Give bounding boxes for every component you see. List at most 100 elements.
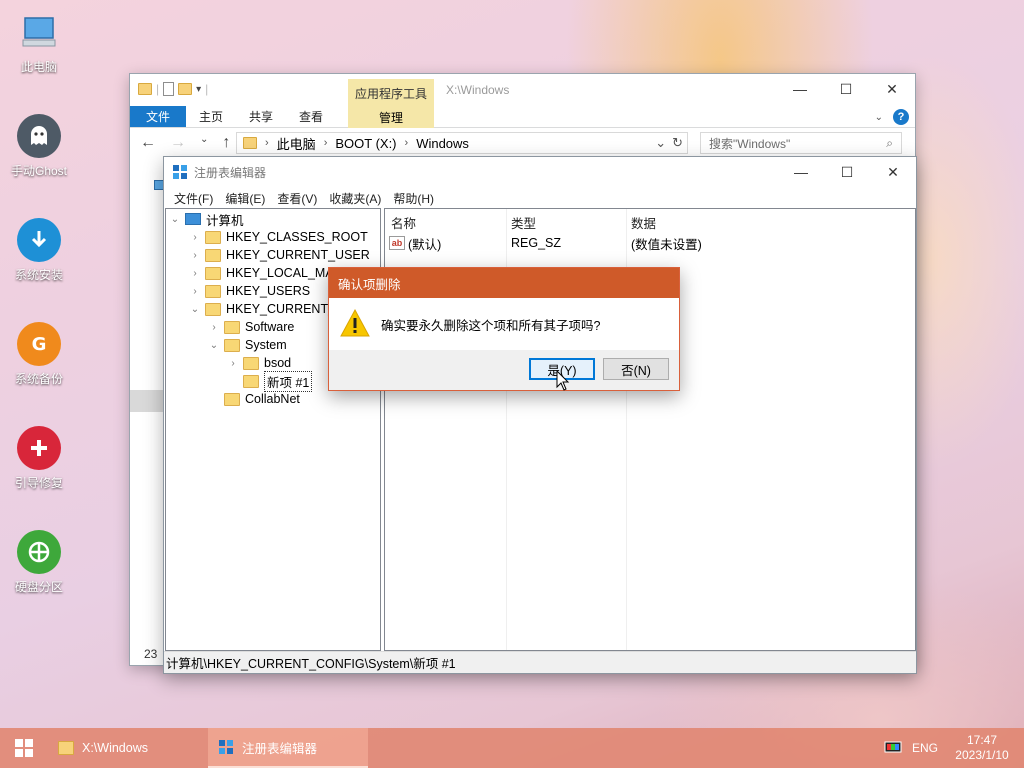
tree-node-hkcc[interactable]: ⌄ HKEY_CURRENT_C [190, 300, 344, 318]
tab-manage[interactable]: 管理 [348, 106, 434, 128]
dialog-message: 确实要永久删除这个项和所有其子项吗? [381, 319, 601, 333]
tree-node-system[interactable]: ⌄ System [209, 336, 287, 354]
computer-icon [17, 10, 61, 54]
desktop-icon-ghost[interactable]: 手动Ghost [0, 114, 78, 179]
menu-file[interactable]: 文件(F) [168, 190, 219, 207]
ribbon-tabs: 文件 主页 共享 查看 管理 ⌄ ? [130, 106, 915, 128]
backup-icon: G [17, 322, 61, 366]
close-button[interactable]: ✕ [870, 157, 916, 187]
column-header-data[interactable]: 数据 [631, 213, 656, 232]
column-header-name[interactable]: 名称 [391, 213, 416, 232]
explorer-titlebar[interactable]: | ▾ | 应用程序工具 X:\Windows — ☐ ✕ [130, 74, 915, 107]
tree-node-hku[interactable]: › HKEY_USERS [190, 282, 310, 300]
search-placeholder: 搜索"Windows" [709, 136, 791, 151]
collapse-icon[interactable]: ⌄ [209, 340, 219, 351]
desktop-icon-install[interactable]: 系统安装 [0, 218, 78, 283]
search-input[interactable]: 搜索"Windows" ⌕ [700, 132, 902, 154]
chevron-down-icon[interactable]: ⌄ [655, 135, 666, 151]
tab-file[interactable]: 文件 [130, 106, 186, 127]
tab-home[interactable]: 主页 [186, 106, 236, 127]
status-path: 计算机\HKEY_CURRENT_CONFIG\System\新项 #1 [166, 657, 456, 671]
menu-help[interactable]: 帮助(H) [387, 190, 440, 207]
regedit-titlebar[interactable]: 注册表编辑器 — ☐ ✕ [164, 157, 916, 187]
clock[interactable]: 17:47 2023/1/10 [948, 733, 1016, 763]
refresh-icon[interactable]: ↻ [672, 135, 683, 151]
regedit-window[interactable]: 注册表编辑器 — ☐ ✕ 文件(F) 编辑(E) 查看(V) 收藏夹(A) 帮助… [163, 156, 917, 674]
tree-node-collabnet[interactable]: CollabNet [209, 390, 300, 408]
value-data: (数值未设置) [631, 237, 702, 252]
back-arrow-icon[interactable]: ← [140, 134, 156, 152]
minimize-button[interactable]: — [778, 157, 824, 187]
expand-icon[interactable]: › [190, 232, 200, 243]
start-button[interactable] [0, 728, 48, 768]
tree-node-computer[interactable]: ⌄ 计算机 [170, 210, 244, 228]
close-button[interactable]: ✕ [869, 74, 915, 104]
expand-icon[interactable]: › [209, 322, 219, 333]
folder-icon [243, 374, 259, 388]
tab-share[interactable]: 共享 [236, 106, 286, 127]
desktop-icon-this-pc[interactable]: 此电脑 [0, 10, 78, 75]
help-icon[interactable]: ? [893, 109, 909, 125]
folder-icon [224, 338, 240, 352]
expand-icon[interactable]: › [228, 358, 238, 369]
expand-icon[interactable]: › [190, 286, 200, 297]
no-button[interactable]: 否(N) [603, 358, 669, 380]
minimize-button[interactable]: — [777, 74, 823, 104]
recent-dropdown-icon[interactable]: ⌄ [200, 134, 208, 152]
tree-node-label: 计算机 [206, 213, 244, 228]
breadcrumb-item[interactable]: 此电脑 [277, 134, 316, 153]
tab-view[interactable]: 查看 [286, 106, 336, 127]
tree-node-hklm[interactable]: › HKEY_LOCAL_MA [190, 264, 333, 282]
partition-icon [17, 530, 61, 574]
desktop-icon-partition[interactable]: 硬盘分区 [0, 530, 78, 595]
expand-icon[interactable]: › [190, 250, 200, 261]
address-bar[interactable]: › 此电脑 › BOOT (X:) › Windows ⌄ ↻ [236, 132, 688, 154]
install-icon [17, 218, 61, 262]
breadcrumb-item[interactable]: Windows [416, 136, 469, 151]
customize-dropdown-icon[interactable]: ▾ [196, 84, 201, 95]
tree-node-software[interactable]: › Software [209, 318, 294, 336]
column-header-type[interactable]: 类型 [511, 213, 536, 232]
tree-node-label: HKEY_CLASSES_ROOT [226, 230, 368, 244]
taskbar-item-label: 注册表编辑器 [242, 741, 318, 756]
value-row[interactable]: ab (默认) [389, 233, 441, 253]
folder-icon [205, 266, 221, 280]
folder-icon [205, 230, 221, 244]
tree-node-bsod[interactable]: › bsod [228, 354, 291, 372]
maximize-button[interactable]: ☐ [823, 74, 869, 104]
breadcrumb-item[interactable]: BOOT (X:) [335, 136, 396, 151]
tree-node-label: HKEY_USERS [226, 284, 311, 298]
collapse-icon[interactable]: ⌄ [170, 214, 180, 225]
menu-favorites[interactable]: 收藏夹(A) [323, 190, 387, 207]
properties-icon[interactable] [163, 82, 175, 96]
tree-node-new-key[interactable]: 新项 #1 [228, 370, 313, 392]
nav-selected-item[interactable] [130, 390, 164, 412]
regedit-icon [219, 740, 233, 754]
language-indicator[interactable]: ENG [912, 741, 938, 755]
tree-node-hkcu[interactable]: › HKEY_CURRENT_USER [190, 246, 369, 264]
collapse-icon[interactable]: ⌄ [190, 304, 200, 315]
new-folder-icon[interactable] [178, 83, 193, 95]
explorer-title: X:\Windows [446, 83, 510, 97]
desktop-icon-repair[interactable]: 引导修复 [0, 426, 78, 491]
ribbon-expand-icon[interactable]: ⌄ [875, 112, 883, 123]
svg-text:G: G [32, 334, 47, 355]
tree-node-label: Software [245, 320, 295, 334]
display-icon[interactable] [884, 741, 902, 755]
expand-icon[interactable]: › [190, 268, 200, 279]
warning-icon [340, 308, 370, 337]
forward-arrow-icon[interactable]: → [170, 134, 186, 152]
desktop-icon-backup[interactable]: G 系统备份 [0, 322, 78, 387]
menu-edit[interactable]: 编辑(E) [219, 190, 271, 207]
menu-view[interactable]: 查看(V) [271, 190, 323, 207]
system-tray: ENG 17:47 2023/1/10 [884, 728, 1016, 768]
taskbar-item-explorer[interactable]: X:\Windows [48, 728, 208, 768]
maximize-button[interactable]: ☐ [824, 157, 870, 187]
taskbar-item-regedit[interactable]: 注册表编辑器 [208, 728, 368, 768]
taskbar-item-label: X:\Windows [82, 741, 148, 755]
up-arrow-icon[interactable]: ↑ [222, 134, 230, 152]
clock-time: 17:47 [966, 733, 998, 747]
confirm-delete-dialog[interactable]: 确认项删除 确实要永久删除这个项和所有其子项吗? 是(Y) 否(N) [328, 267, 680, 391]
window-title: 注册表编辑器 [194, 165, 267, 180]
tree-node-hkcr[interactable]: › HKEY_CLASSES_ROOT [190, 228, 368, 246]
